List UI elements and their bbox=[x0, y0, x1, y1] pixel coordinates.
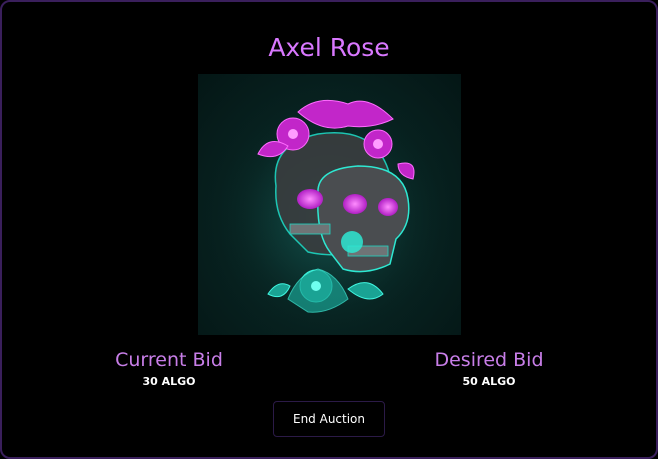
desired-bid-label: Desired Bid bbox=[434, 349, 544, 371]
current-bid-label: Current Bid bbox=[115, 349, 223, 371]
nft-title: Axel Rose bbox=[268, 33, 390, 62]
auction-card: Axel Rose Current Bid 30 ALGO Desired Bi… bbox=[0, 0, 658, 459]
current-bid-value: 30 ALGO bbox=[142, 375, 196, 388]
end-auction-button[interactable]: End Auction bbox=[273, 401, 385, 437]
desired-bid-value: 50 ALGO bbox=[462, 375, 516, 388]
desired-bid-block: Desired Bid 50 ALGO bbox=[409, 347, 569, 390]
nft-artwork-image bbox=[198, 74, 461, 335]
neon-skull-artwork-icon bbox=[198, 74, 461, 335]
current-bid-block: Current Bid 30 ALGO bbox=[89, 347, 249, 390]
